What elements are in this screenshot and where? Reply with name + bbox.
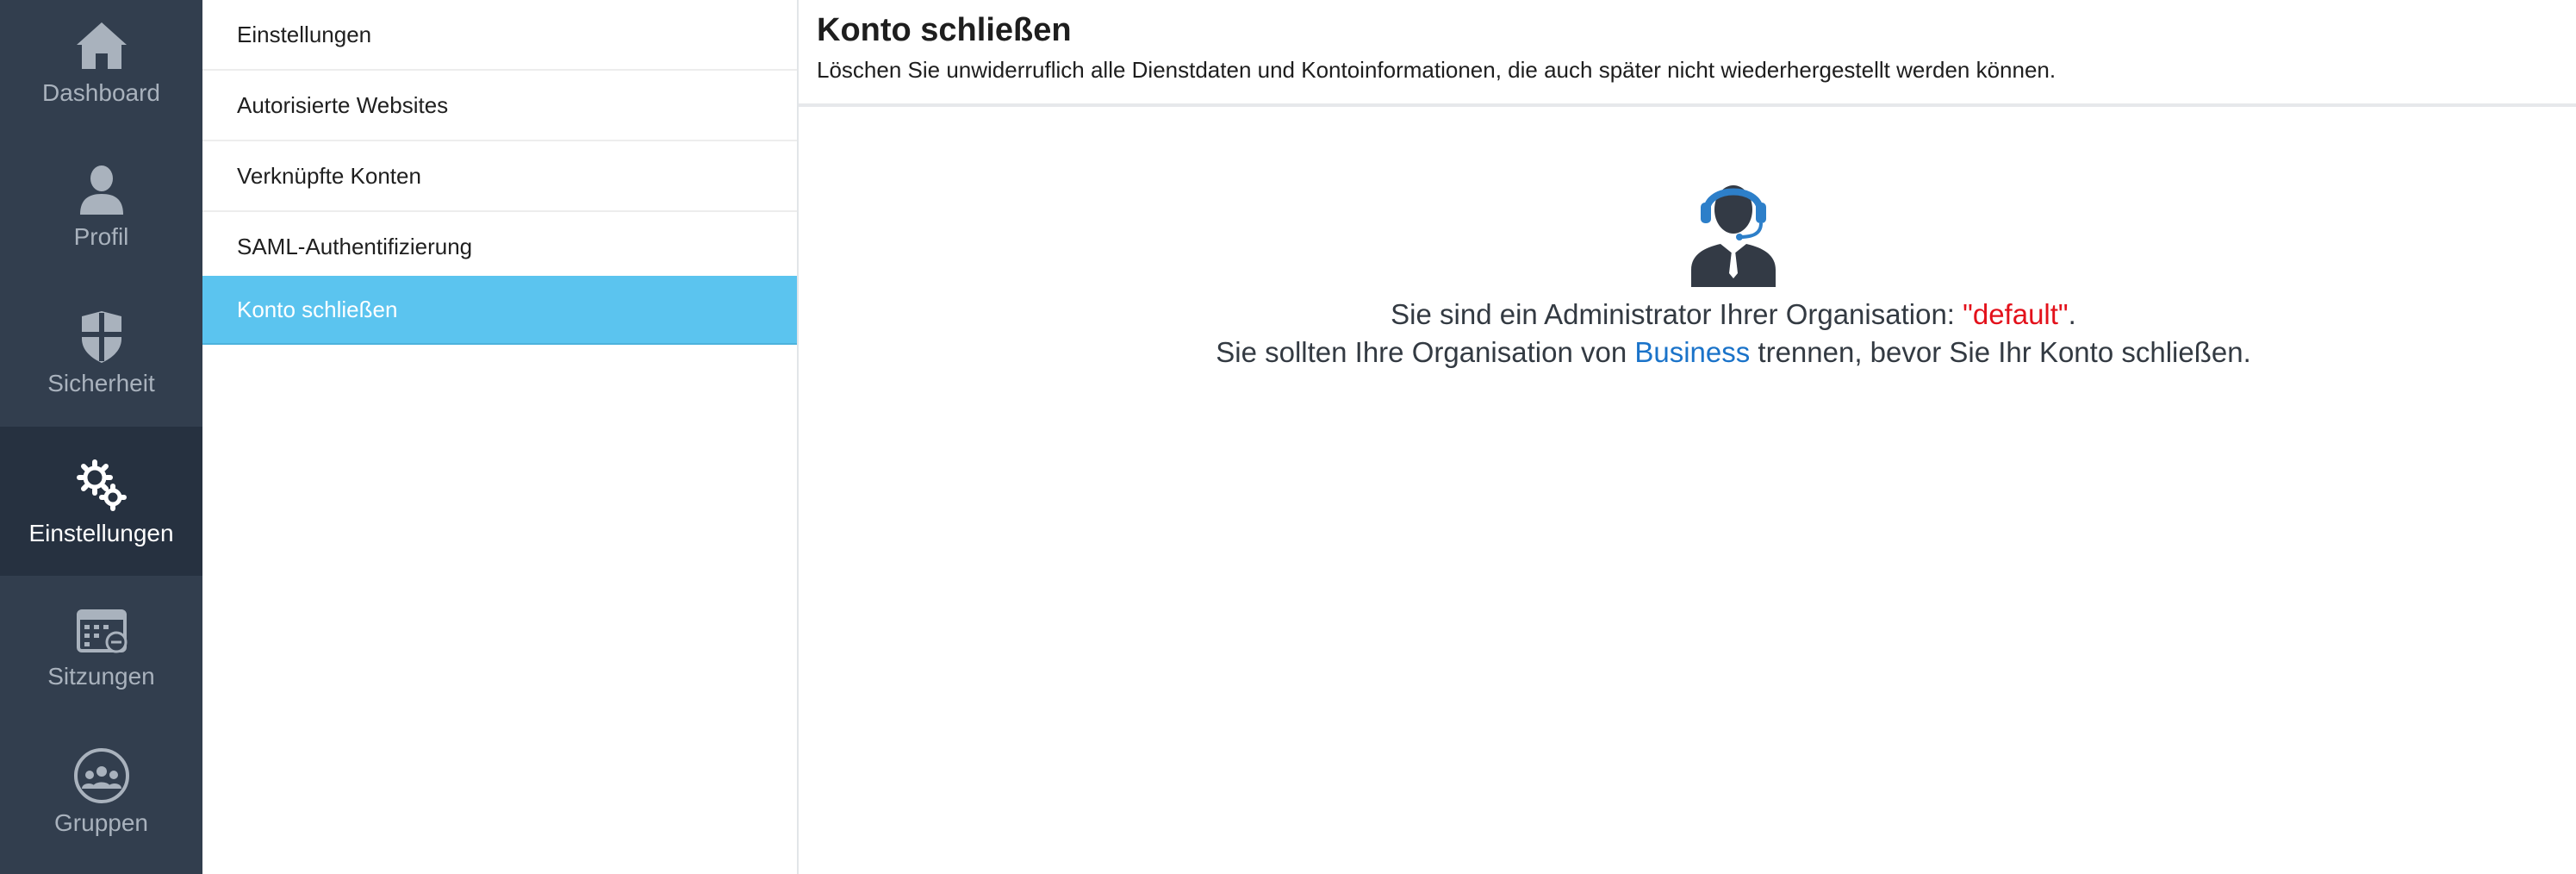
nav-label: Profil <box>73 223 129 250</box>
admin-notice-line-2: Sie sollten Ihre Organisation von Busine… <box>1216 334 2251 371</box>
submenu-item-einstellungen[interactable]: Einstellungen <box>202 0 797 71</box>
submenu-item-verknuepfte-konten[interactable]: Verknüpfte Konten <box>202 141 797 212</box>
page-header: Konto schließen Löschen Sie unwiderrufli… <box>799 0 2576 107</box>
page-subtitle: Löschen Sie unwiderruflich alle Dienstda… <box>817 57 2056 83</box>
organization-name: "default" <box>1963 298 2069 330</box>
admin-headset-icon <box>1691 185 1776 287</box>
nav-label: Sicherheit <box>47 370 155 396</box>
sidebar-nav: Dashboard Profil Sicherheit Einstellunge… <box>0 0 202 874</box>
submenu-item-autorisierte-websites[interactable]: Autorisierte Websites <box>202 71 797 141</box>
business-link[interactable]: Business <box>1634 336 1750 368</box>
page-title: Konto schließen <box>817 12 1072 48</box>
nav-item-dashboard[interactable]: Dashboard <box>0 16 202 119</box>
gears-icon <box>76 459 127 511</box>
notice-text: Sie sind ein Administrator Ihrer Organis… <box>1391 298 1963 330</box>
nav-label: Einstellungen <box>28 519 174 546</box>
app: Dashboard Profil Sicherheit Einstellunge… <box>0 0 2576 874</box>
calendar-icon <box>76 609 127 653</box>
notice-text: . <box>2068 298 2076 330</box>
notice-text: Sie sollten Ihre Organisation von <box>1216 336 1635 368</box>
nav-item-sitzungen[interactable]: Sitzungen <box>0 599 202 702</box>
notice-text: trennen, bevor Sie Ihr Konto schließen. <box>1750 336 2251 368</box>
nav-label: Dashboard <box>42 79 160 106</box>
user-icon <box>79 165 123 215</box>
submenu-item-konto-schliessen[interactable]: Konto schließen <box>202 276 797 345</box>
group-icon <box>73 748 129 803</box>
settings-submenu: Einstellungen Autorisierte Websites Verk… <box>202 0 799 874</box>
nav-label: Sitzungen <box>47 663 155 690</box>
admin-notice-line-1: Sie sind ein Administrator Ihrer Organis… <box>1391 296 2076 334</box>
nav-item-einstellungen[interactable]: Einstellungen <box>0 427 202 576</box>
nav-item-profil[interactable]: Profil <box>0 159 202 263</box>
admin-notice: Sie sind ein Administrator Ihrer Organis… <box>799 168 2576 371</box>
main-content: Konto schließen Löschen Sie unwiderrufli… <box>799 0 2576 874</box>
submenu-item-saml-authentifizierung[interactable]: SAML-Authentifizierung <box>202 212 797 283</box>
nav-item-gruppen[interactable]: Gruppen <box>0 746 202 849</box>
home-icon <box>76 22 127 69</box>
shield-icon <box>81 311 121 363</box>
nav-item-sicherheit[interactable]: Sicherheit <box>0 306 202 409</box>
nav-label: Gruppen <box>54 809 148 836</box>
